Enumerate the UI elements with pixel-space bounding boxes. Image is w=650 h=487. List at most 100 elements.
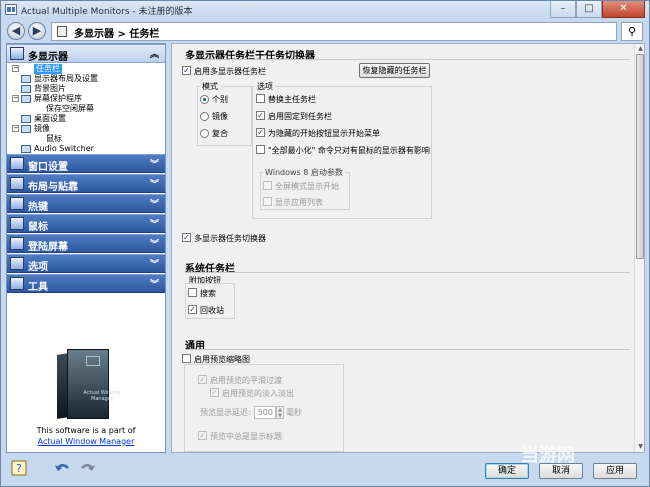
fade-in-out-checkbox[interactable]: ✓: [210, 388, 219, 397]
mode-composite-radio[interactable]: [200, 129, 209, 138]
minimize-all-checkbox[interactable]: [256, 145, 265, 154]
navigation-bar: ◀ ▶ 多显示器 > 任务栏 ⚲: [1, 19, 649, 43]
fade-in-out-label: 启用预览的淡入淡出: [222, 389, 294, 398]
forward-arrow-icon[interactable]: ▶: [28, 22, 46, 40]
sidebar-section-layout[interactable]: 布局与贴靠 ︾: [7, 174, 165, 193]
app-icon: [5, 4, 17, 15]
mode-mirror-radio[interactable]: [200, 112, 209, 121]
mode-group-title: 模式: [200, 81, 220, 92]
screensaver-icon: [21, 95, 31, 103]
mouse-icon: [10, 217, 24, 230]
replace-main-taskbar-checkbox[interactable]: [256, 94, 265, 103]
tree-item-audio-switcher[interactable]: Audio Switcher: [34, 144, 94, 154]
sidebar-section-options[interactable]: 选项 ︾: [7, 254, 165, 273]
mode-individual-label: 个别: [212, 95, 228, 104]
fullscreen-start-label: 全屏模式显示开始: [275, 182, 339, 191]
content-panel: 多显示器任务栏于任务切换器 ✓ 启用多显示器任务栏 恢复隐藏的任务栏 模式 个别…: [171, 43, 645, 453]
always-show-title-checkbox[interactable]: ✓: [198, 431, 207, 440]
always-show-title-label: 预览中总是显示标题: [210, 432, 282, 441]
mode-composite-label: 复合: [212, 129, 228, 138]
show-app-list-checkbox[interactable]: [263, 197, 272, 206]
promo-panel: Actual Window Manager This software is a…: [7, 329, 165, 452]
smooth-transition-checkbox[interactable]: ✓: [198, 375, 207, 384]
audio-icon: [21, 145, 31, 153]
title-bar: Actual Multiple Monitors - 未注册的版本 – □ ✕: [1, 1, 649, 19]
tree-collapse-icon[interactable]: −: [12, 95, 19, 102]
monitor-icon: [57, 26, 67, 37]
enable-preview-checkbox[interactable]: [182, 354, 191, 363]
tree-collapse-icon[interactable]: −: [12, 125, 19, 132]
address-bar[interactable]: 多显示器 > 任务栏: [51, 22, 617, 41]
options-icon: [10, 257, 24, 270]
restore-hidden-taskbar-button[interactable]: 恢复隐藏的任务栏: [359, 63, 430, 78]
undo-icon[interactable]: [53, 459, 71, 477]
enable-taskbar-label: 启用多显示器任务栏: [194, 67, 266, 76]
sidebar-section-tools[interactable]: 工具 ︾: [7, 274, 165, 293]
tree-item-idle-screens[interactable]: 保存空闲屏幕: [46, 104, 94, 114]
content-scrollbar[interactable]: ▲ ▼: [634, 44, 644, 452]
product-box-image: Actual Window Manager: [55, 349, 120, 421]
task-switcher-label: 多显示器任务切换器: [194, 234, 266, 243]
preview-delay-label: 预览显示延迟:: [200, 408, 251, 417]
sidebar-section-label: 布局与贴靠: [28, 182, 78, 193]
layout-icon: [10, 177, 24, 190]
enable-pin-checkbox[interactable]: ✓: [256, 111, 265, 120]
sidebar-section-label: 登陆屏幕: [28, 242, 68, 253]
tree-collapse-icon[interactable]: −: [12, 65, 19, 72]
windows8-group-title: Windows 8 启动参数: [263, 167, 345, 178]
show-start-menu-checkbox[interactable]: ✓: [256, 128, 265, 137]
maximize-button[interactable]: □: [576, 1, 602, 18]
apply-button[interactable]: 应用: [593, 463, 637, 479]
monitors-icon: [10, 47, 24, 60]
sidebar: 多显示器 ︽ − 任务栏 显示器布局及设置 背景图片 − 屏幕保护程序 保存空闲…: [6, 43, 166, 453]
search-button[interactable]: ⚲: [621, 22, 643, 41]
task-switcher-checkbox[interactable]: ✓: [182, 233, 191, 242]
redo-icon[interactable]: [79, 459, 97, 477]
preview-delay-unit: 毫秒: [286, 408, 302, 417]
tree-item-desktop[interactable]: 桌面设置: [34, 114, 66, 124]
tools-icon: [10, 277, 24, 290]
enable-taskbar-checkbox[interactable]: ✓: [182, 66, 191, 75]
sidebar-section-window-settings[interactable]: 窗口设置 ︾: [7, 154, 165, 173]
promo-link[interactable]: Actual Window Manager: [7, 436, 165, 447]
scroll-up-icon[interactable]: ▲: [636, 44, 644, 53]
back-arrow-icon[interactable]: ◀: [7, 22, 25, 40]
promo-caption: This software is a part of: [36, 426, 136, 435]
preview-delay-stepper[interactable]: ▲ ▼: [276, 406, 284, 419]
keyboard-icon: [10, 197, 24, 210]
chevron-down-icon: ︾: [149, 220, 159, 230]
options-group-title: 选项: [255, 81, 275, 92]
sidebar-section-logon[interactable]: 登陆屏幕 ︾: [7, 234, 165, 253]
sidebar-section-monitors[interactable]: 多显示器 ︽: [7, 44, 165, 63]
sidebar-section-hotkeys[interactable]: 热键 ︾: [7, 194, 165, 213]
tree-item-display-layout[interactable]: 显示器布局及设置: [34, 74, 98, 84]
sidebar-section-label: 鼠标: [28, 222, 48, 233]
search-button-checkbox[interactable]: [188, 288, 197, 297]
tree-item-mouse[interactable]: 鼠标: [46, 134, 62, 144]
sidebar-section-label: 选项: [28, 262, 48, 273]
help-icon[interactable]: ?: [11, 459, 29, 477]
magnifier-icon: ⚲: [627, 25, 637, 38]
tree-item-wallpaper[interactable]: 背景图片: [34, 84, 66, 94]
fullscreen-start-checkbox[interactable]: [263, 181, 272, 190]
sidebar-section-label: 热键: [28, 202, 48, 213]
minimize-button[interactable]: –: [550, 1, 576, 18]
recycle-bin-checkbox[interactable]: ✓: [188, 305, 197, 314]
scrollbar-thumb[interactable]: [636, 54, 644, 259]
scroll-down-icon[interactable]: ▼: [636, 442, 644, 451]
chevron-down-icon: ︾: [149, 180, 159, 190]
tree-item-taskbar[interactable]: 任务栏: [34, 64, 62, 74]
sidebar-section-label: 工具: [28, 282, 48, 293]
search-button-label: 搜索: [200, 289, 216, 298]
preview-delay-input[interactable]: 500: [254, 406, 276, 419]
close-button[interactable]: ✕: [602, 1, 645, 18]
sidebar-section-mouse[interactable]: 鼠标 ︾: [7, 214, 165, 233]
smooth-transition-label: 启用预览的平滑过渡: [210, 376, 282, 385]
tree-item-screensaver[interactable]: 屏幕保护程序: [34, 94, 82, 104]
tree-item-mirror[interactable]: 镜像: [34, 124, 50, 134]
mode-mirror-label: 镜像: [212, 112, 228, 121]
show-app-list-label: 显示应用列表: [275, 198, 323, 207]
chevron-down-icon: ︾: [149, 160, 159, 170]
mode-individual-radio[interactable]: [200, 95, 209, 104]
sidebar-section-label: 多显示器: [28, 52, 68, 63]
